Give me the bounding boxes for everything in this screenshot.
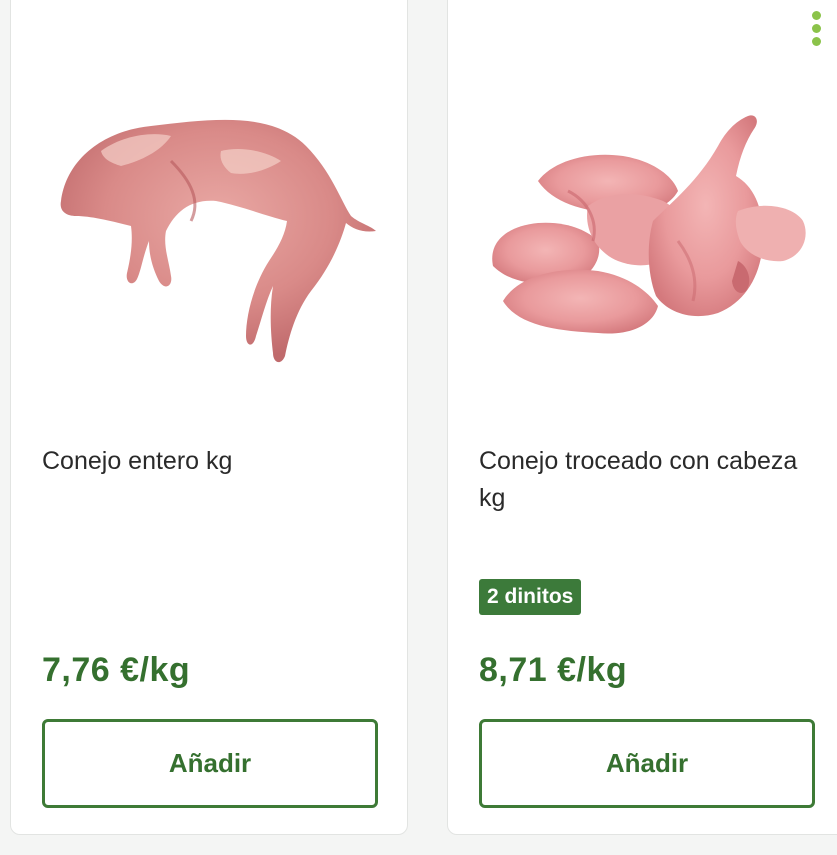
loyalty-badge: 2 dinitos xyxy=(479,579,582,615)
product-card[interactable]: Conejo troceado con cabeza kg 2 dinitos … xyxy=(447,0,837,835)
product-grid: Conejo entero kg 7,76 €/kg Añadir Conejo… xyxy=(0,0,837,855)
product-title[interactable]: Conejo troceado con cabeza kg xyxy=(479,443,799,517)
product-title[interactable]: Conejo entero kg xyxy=(42,443,362,480)
product-price: 7,76 €/kg xyxy=(42,651,191,689)
whole-rabbit-meat-image xyxy=(60,119,376,363)
product-price: 8,71 €/kg xyxy=(479,651,628,689)
product-card[interactable]: Conejo entero kg 7,76 €/kg Añadir xyxy=(10,0,408,835)
chopped-rabbit-meat-image xyxy=(492,115,806,334)
product-image[interactable] xyxy=(478,91,818,381)
product-image[interactable] xyxy=(41,91,381,381)
add-to-cart-button[interactable]: Añadir xyxy=(479,719,815,808)
add-to-cart-button[interactable]: Añadir xyxy=(42,719,378,808)
more-vertical-icon[interactable] xyxy=(806,11,826,55)
